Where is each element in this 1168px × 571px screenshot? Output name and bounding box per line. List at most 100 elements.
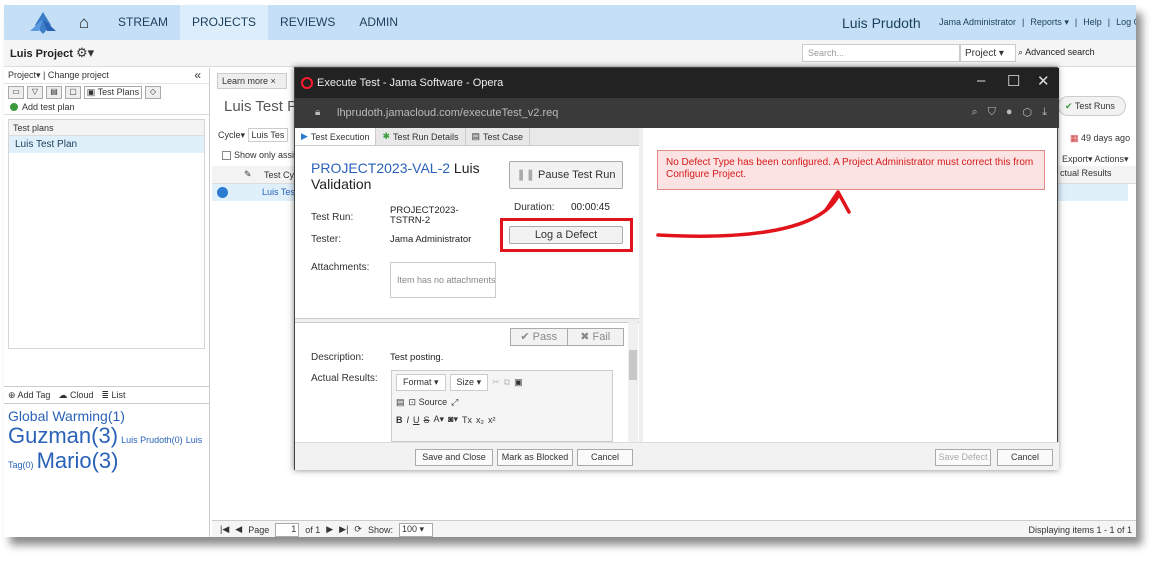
test-plans-icon: ▣ [86,86,96,97]
maximize-icon[interactable]: ⤢ [451,397,458,408]
cut-icon[interactable]: ✂ [492,377,500,388]
download-icon[interactable]: ⤓ [1042,106,1047,119]
execute-test-window: Execute Test - Jama Software - Opera – ☐… [294,67,1059,470]
cloud-button[interactable]: ☁ Cloud [58,390,93,401]
url-text[interactable]: lhprudoth.jamacloud.com/executeTest_v2.r… [337,107,558,119]
size-label: Size [456,377,475,387]
tag-link[interactable]: Luis Prudoth(0) [121,435,183,445]
project-name[interactable]: Luis Project [10,48,73,60]
export-menu[interactable]: Export▾ [1062,154,1093,164]
play-icon[interactable] [217,187,228,198]
duration-label: Duration: [514,202,555,213]
size-select[interactable]: Size ▾ [449,374,489,391]
folder-tab-icon[interactable]: ▤ [46,85,62,99]
fail-button[interactable]: ✖ Fail [566,329,624,345]
nav-reviews[interactable]: REVIEWS [268,5,347,40]
search-scope-select[interactable]: Project ▾ [960,44,1016,62]
document-icon[interactable]: ▤ [396,397,405,408]
cancel-defect-button[interactable]: Cancel [997,449,1053,466]
collapse-icon[interactable]: « [194,68,201,82]
save-and-close-button[interactable]: Save and Close [415,449,493,466]
next-page-icon[interactable]: ▶ [326,524,333,535]
last-page-icon[interactable]: ▶| [339,524,348,535]
nav-projects[interactable]: PROJECTS [180,5,269,40]
tab-test-case[interactable]: ▤ Test Case [466,128,531,145]
checkbox[interactable] [222,150,231,160]
list-item[interactable]: Luis Test Plan [9,136,204,153]
filter-tab-icon[interactable]: ▽ [27,85,43,99]
italic-icon[interactable]: I [407,415,410,425]
bold-icon[interactable]: B [396,415,403,425]
maximize-icon[interactable]: ☐ [1007,72,1020,90]
tag-tab-icon[interactable]: ◇ [145,85,161,99]
add-test-plan-button[interactable]: Add test plan [4,100,209,115]
superscript-icon[interactable]: x² [488,415,496,425]
reports-link[interactable]: Reports ▾ [1030,17,1069,27]
save-defect-button[interactable]: Save Defect [935,449,991,466]
nav-admin[interactable]: ADMIN [347,5,410,40]
row-link[interactable]: Luis Test [262,187,297,197]
bg-color-icon[interactable]: ◙▾ [448,414,458,425]
refresh-icon[interactable]: ⟳ [354,524,362,535]
show-only-checkbox[interactable]: Show only assig [222,150,299,160]
close-icon[interactable]: ✕ [1037,72,1050,90]
scrollbar[interactable] [628,322,638,442]
strikethrough-icon[interactable]: S [424,415,430,425]
actions-menu[interactable]: Actions▾ [1095,154,1129,164]
tag-link[interactable]: Global Warming(1) [8,408,125,424]
page-input[interactable]: 1 [275,522,300,537]
pass-button[interactable]: ✔ Pass [511,329,567,345]
top-links: Jama Administrator | Reports ▾ | Help | Log Ou… [936,17,1136,28]
search-icon[interactable]: ⌕ [971,106,977,119]
page-size-select[interactable]: 100 ▾ [398,522,433,537]
source-button[interactable]: ⊡ Source [409,397,448,408]
splitter[interactable] [295,318,639,323]
underline-icon[interactable]: U [413,415,420,425]
tag-link[interactable]: Guzman(3) [8,423,118,448]
cycle-label: Cycle▾ [218,130,246,140]
first-page-icon[interactable]: |◀ [220,524,229,535]
cycle-selector[interactable]: Cycle▾ Luis Tes [218,128,289,142]
pause-test-run-button[interactable]: ❚❚ Pause Test Run [509,161,623,189]
window-tab-icon[interactable]: ▢ [65,85,81,99]
scrollbar-thumb[interactable] [629,350,637,380]
extension-icon[interactable]: ● [1006,106,1013,119]
item-id-link[interactable]: PROJECT2023-VAL-2 [311,160,450,176]
tab-learn-more[interactable]: Learn more × [217,73,287,89]
cube-icon[interactable]: ⬡ [1023,106,1033,119]
admin-link[interactable]: Jama Administrator [939,17,1016,27]
project-selector[interactable]: Project▾ | Change project « [4,68,209,84]
shield-icon[interactable]: ⛉ [988,106,996,119]
help-link[interactable]: Help [1083,17,1102,27]
clear-format-icon[interactable]: Tx [462,415,472,425]
tab-test-execution[interactable]: ▶ Test Execution [295,128,377,145]
gear-icon[interactable]: ⚙▾ [76,45,94,61]
attachments-box[interactable]: Item has no attachments [390,262,496,298]
subscript-icon[interactable]: x₂ [476,415,484,425]
format-select[interactable]: Format ▾ [396,374,446,391]
format-label: Format [403,377,432,387]
advanced-search-link[interactable]: ⌕ Advanced search [1018,47,1095,58]
cancel-button[interactable]: Cancel [577,449,633,466]
tag-link[interactable]: Mario(3) [37,448,119,473]
explorer-tab-icon[interactable]: ▭ [8,85,24,99]
logout-link[interactable]: Log Out [1116,17,1136,27]
copy-icon[interactable]: ⧉ [504,377,510,388]
nav-stream[interactable]: STREAM [106,5,180,40]
list-button[interactable]: ≣ List [101,390,125,401]
test-runs-button[interactable]: ✔ Test Runs [1058,96,1126,116]
rich-text-editor[interactable]: Format ▾ Size ▾ ✂ ⧉ ▣ ▤ ⊡ Source ⤢ B I U… [391,370,613,442]
text-color-icon[interactable]: A▾ [434,414,445,425]
tab-test-run-details[interactable]: ✱ Test Run Details [376,128,466,145]
mark-as-blocked-button[interactable]: Mark as Blocked [497,449,573,466]
column-header[interactable]: ctual Results [1060,168,1112,178]
jama-logo-icon[interactable] [26,9,60,37]
add-tag-button[interactable]: ⊕ Add Tag [8,390,50,401]
prev-page-icon[interactable]: ◀ [235,524,242,535]
search-input[interactable]: Search... [802,44,960,62]
tab-test-plans[interactable]: ▣ Test Plans [84,85,142,99]
minimize-icon[interactable]: – [977,72,985,89]
home-icon[interactable]: ⌂ [72,13,96,33]
highlight-box [500,218,633,252]
paste-icon[interactable]: ▣ [514,377,523,388]
